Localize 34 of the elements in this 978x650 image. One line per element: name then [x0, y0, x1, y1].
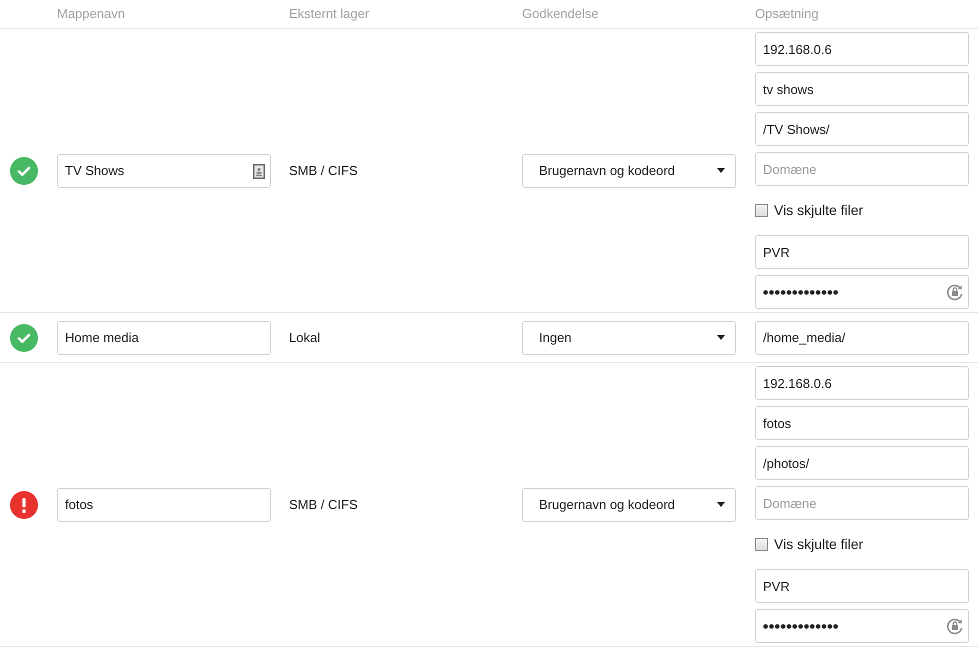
input-field[interactable]: /photos/ — [755, 446, 969, 480]
input-field[interactable]: 192.168.0.6 — [755, 32, 969, 66]
folder-name-field[interactable]: fotos — [57, 488, 271, 522]
column-header: Eksternt lager — [289, 5, 370, 24]
input-field[interactable]: Domæne — [755, 152, 969, 186]
lock-icon[interactable] — [947, 283, 963, 301]
authentication-select[interactable]: Brugernavn og kodeord — [522, 154, 736, 188]
lock-icon[interactable] — [947, 617, 963, 635]
input-field[interactable]: PVR — [755, 569, 969, 603]
column-header: Godkendelse — [522, 5, 600, 24]
contact-card-icon[interactable] — [253, 164, 265, 178]
checkbox-label[interactable]: Vis skjulte filer — [774, 534, 864, 555]
checkbox[interactable] — [755, 204, 768, 217]
authentication-select[interactable]: Ingen — [522, 320, 736, 354]
checkbox[interactable] — [755, 538, 768, 551]
folder-name-field[interactable]: Home media — [57, 320, 271, 354]
input-field[interactable]: 192.168.0.6 — [755, 366, 969, 400]
input-field[interactable]: tv shows — [755, 72, 969, 106]
storage-type-text: SMB / CIFS — [289, 496, 358, 512]
authentication-select[interactable]: Brugernavn og kodeord — [522, 488, 736, 522]
caret-icon — [717, 168, 725, 173]
column-header: Mappenavn — [57, 5, 126, 24]
input-field[interactable]: Domæne — [755, 486, 969, 520]
input-field[interactable]: /TV Shows/ — [755, 112, 969, 146]
input-field[interactable]: PVR — [755, 235, 969, 269]
folder-name-field[interactable]: TV Shows — [57, 154, 271, 188]
storage-type-text: SMB / CIFS — [289, 162, 358, 178]
caret-icon — [717, 335, 725, 340]
checkbox-label[interactable]: Vis skjulte filer — [774, 200, 864, 221]
input-field[interactable]: /home_media/ — [755, 320, 969, 354]
input-field[interactable]: fotos — [755, 406, 969, 440]
storage-type-text: Lokal — [289, 330, 320, 344]
column-header: Opsætning — [755, 5, 820, 24]
caret-icon — [717, 502, 725, 507]
